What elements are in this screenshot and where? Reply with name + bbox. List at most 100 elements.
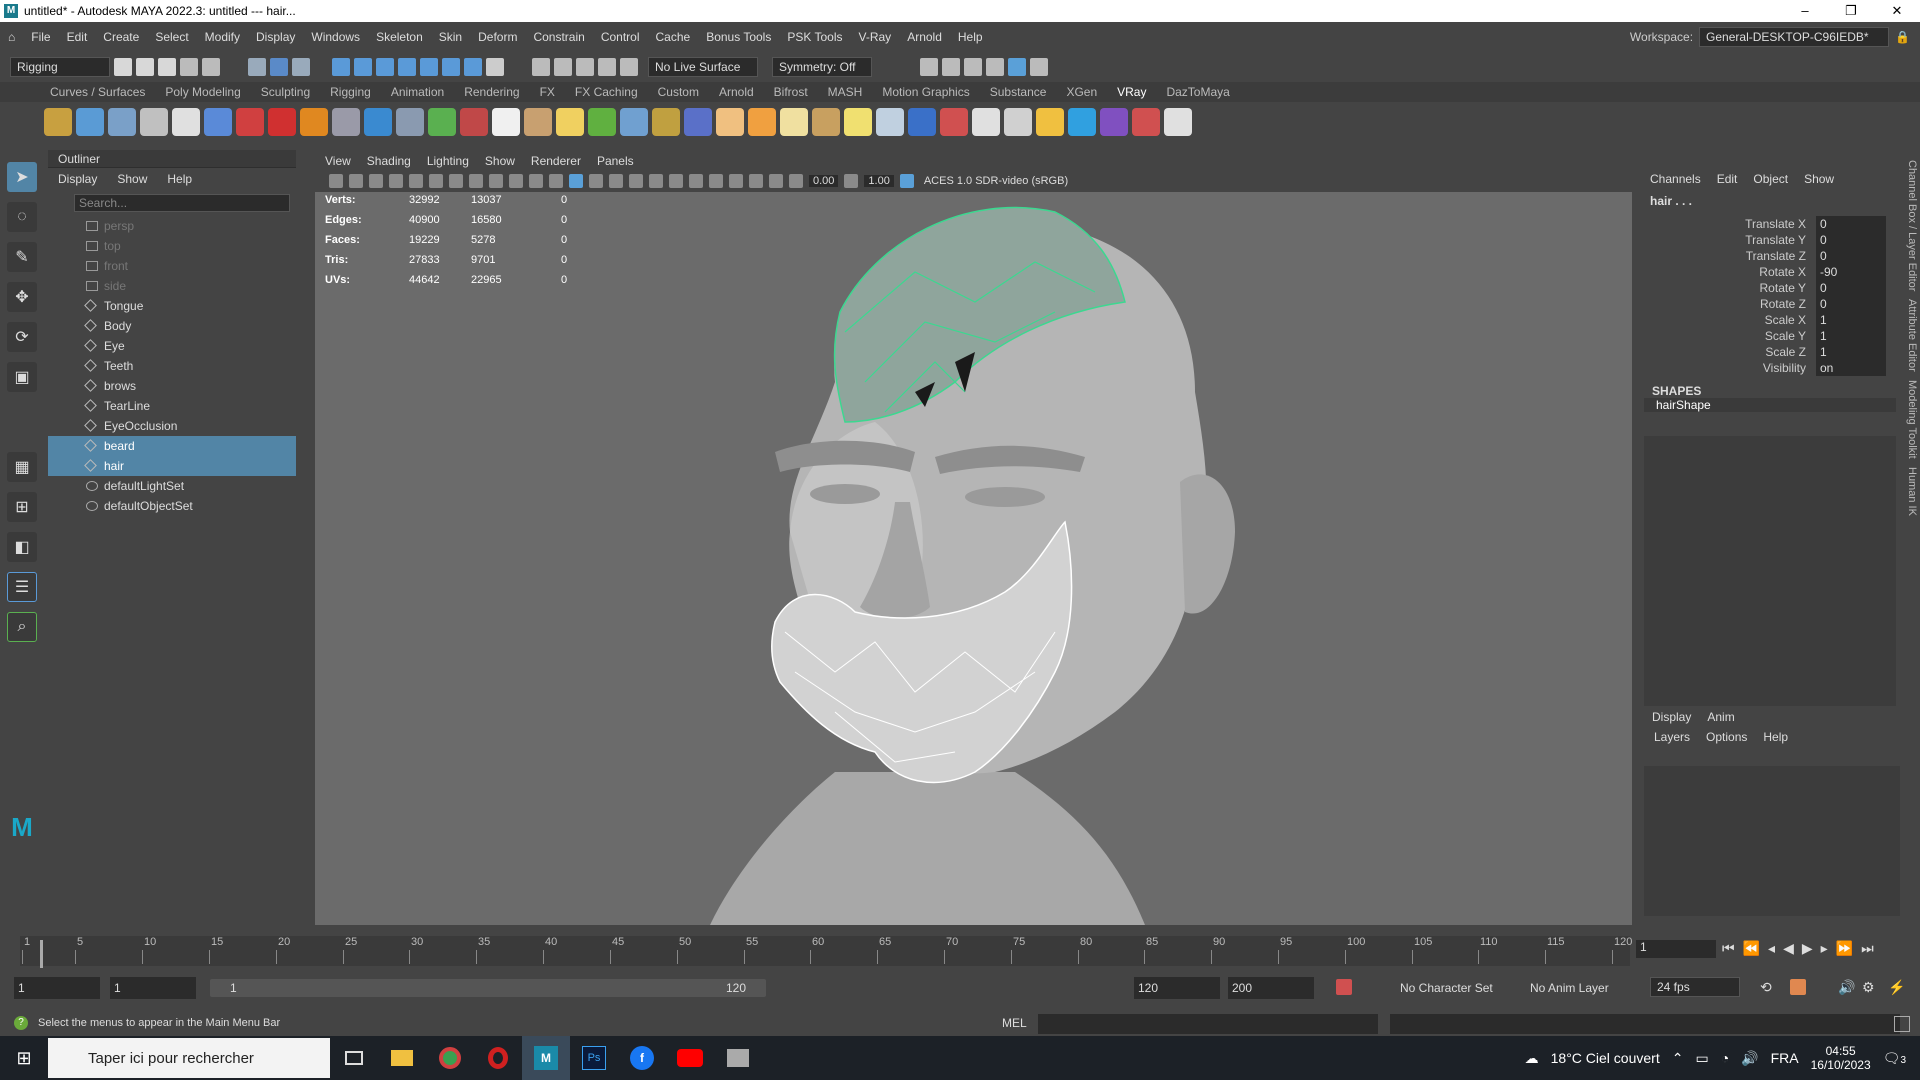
textured-icon[interactable] (609, 174, 623, 188)
shelf-tool-6-icon[interactable] (204, 108, 232, 136)
loop-icon[interactable]: ⟲ (1760, 979, 1772, 996)
wireframe-icon[interactable] (549, 174, 563, 188)
auto-key-icon[interactable] (1336, 979, 1352, 995)
viewport-menu-view[interactable]: View (325, 154, 351, 168)
color-management-icon[interactable] (899, 174, 914, 188)
layer-tab-display[interactable]: Display (1652, 710, 1691, 724)
notifications-icon[interactable]: 🗨3 (1883, 1050, 1906, 1067)
shelf-tool-11-icon[interactable] (364, 108, 392, 136)
viewport-menu-renderer[interactable]: Renderer (531, 154, 581, 168)
menu-file[interactable]: File (23, 30, 58, 44)
chrome-icon[interactable] (426, 1036, 474, 1080)
isolate-select-icon[interactable] (729, 174, 743, 188)
shelf-tab-substance[interactable]: Substance (980, 85, 1057, 99)
save-scene-icon[interactable] (158, 58, 176, 76)
play-backwards-icon[interactable]: ◀ (1783, 940, 1794, 957)
shelf-tool-1-icon[interactable] (44, 108, 72, 136)
viewport-menu-lighting[interactable]: Lighting (427, 154, 469, 168)
facebook-icon[interactable]: f (618, 1036, 666, 1080)
step-forward-key-icon[interactable]: ⏩ (1836, 940, 1853, 957)
volume-icon[interactable]: 🔊 (1741, 1050, 1758, 1067)
select-hierarchy-icon[interactable] (248, 58, 266, 76)
arnold-render-icon[interactable] (1008, 58, 1026, 76)
shelf-tool-14-icon[interactable] (460, 108, 488, 136)
lock-input-icon[interactable] (486, 58, 504, 76)
menu-create[interactable]: Create (95, 30, 147, 44)
layer-help-menu[interactable]: Help (1763, 730, 1788, 744)
attr-name[interactable]: Rotate Y (1640, 280, 1816, 296)
shelf-tool-23-icon[interactable] (748, 108, 776, 136)
shelf-tab-fx[interactable]: FX (530, 85, 565, 99)
shelf-tool-32-icon[interactable] (1036, 108, 1064, 136)
shelf-tool-30-icon[interactable] (972, 108, 1000, 136)
snap-pivot-icon[interactable] (442, 58, 460, 76)
cache-playback-icon[interactable] (1790, 979, 1806, 995)
close-button[interactable]: ✕ (1874, 3, 1920, 19)
film-gate-icon[interactable] (429, 174, 443, 188)
single-perspective-layout-icon[interactable]: ▦ (7, 452, 37, 482)
bookmark-icon[interactable] (369, 174, 383, 188)
shadows-icon[interactable] (649, 174, 663, 188)
motion-blur-icon[interactable] (689, 174, 703, 188)
home-icon[interactable]: ⌂ (0, 30, 23, 44)
object-menu[interactable]: Object (1753, 172, 1788, 186)
app-window-icon[interactable] (714, 1036, 762, 1080)
menu-skeleton[interactable]: Skeleton (368, 30, 431, 44)
animation-preferences-icon[interactable]: ⚡ (1888, 979, 1905, 996)
snap-view-icon[interactable] (398, 58, 416, 76)
shelf-tab-curves-surfaces[interactable]: Curves / Surfaces (40, 85, 155, 99)
attr-name[interactable]: Rotate X (1640, 264, 1816, 280)
shelf-tool-35-icon[interactable] (1132, 108, 1160, 136)
scale-tool-icon[interactable]: ▣ (7, 362, 37, 392)
side-tab-channel-box[interactable]: Channel Box / Layer Editor (1906, 160, 1918, 291)
attr-value[interactable]: 1 (1816, 344, 1886, 360)
ipr-icon[interactable] (964, 58, 982, 76)
fps-dropdown[interactable]: 24 fps (1650, 977, 1740, 997)
attr-name[interactable]: Scale X (1640, 312, 1816, 328)
current-frame-field[interactable]: 1 (1636, 940, 1716, 958)
select-tool-icon[interactable]: ➤ (7, 162, 37, 192)
shelf-tool-26-icon[interactable] (844, 108, 872, 136)
shelf-tool-15-icon[interactable] (492, 108, 520, 136)
menu-modify[interactable]: Modify (197, 30, 248, 44)
symmetry-dropdown[interactable]: Symmetry: Off (772, 57, 872, 77)
shelf-tool-19-icon[interactable] (620, 108, 648, 136)
outliner-item-hair[interactable]: hair (48, 456, 296, 476)
outliner-item-brows[interactable]: brows (48, 376, 296, 396)
shelf-tool-33-icon[interactable] (1068, 108, 1096, 136)
timeline-track[interactable]: 1 5 10 15 20 25 30 35 40 45 50 55 60 65 70 75 80 85 90 95 10… (20, 936, 1632, 968)
menu-skin[interactable]: Skin (431, 30, 470, 44)
settings-icon[interactable]: ⚙ (1862, 979, 1875, 996)
shelf-tool-5-icon[interactable] (172, 108, 200, 136)
lights-icon[interactable] (629, 174, 643, 188)
grid-icon[interactable] (409, 174, 423, 188)
menuset-dropdown[interactable]: Rigging (10, 57, 110, 77)
sound-icon[interactable]: 🔊 (1838, 979, 1855, 996)
shelf-tab-mash[interactable]: MASH (818, 85, 873, 99)
shelf-tab-motion-graphics[interactable]: Motion Graphics (872, 85, 979, 99)
attr-name[interactable]: Translate X (1640, 216, 1816, 232)
snap-point-icon[interactable] (376, 58, 394, 76)
shelf-tool-36-icon[interactable] (1164, 108, 1192, 136)
ao-icon[interactable] (669, 174, 683, 188)
viewport-menu-show[interactable]: Show (485, 154, 515, 168)
workspace-dropdown[interactable]: General-DESKTOP-C96IEDB* (1699, 27, 1890, 47)
lock-icon[interactable]: 🔒 (1895, 30, 1910, 44)
search-tool-icon[interactable]: ⌕ (7, 612, 37, 642)
go-to-end-icon[interactable]: ⏭ (1861, 940, 1874, 957)
field-chart-icon[interactable] (489, 174, 503, 188)
ipr-render-icon[interactable] (554, 58, 572, 76)
menu-deform[interactable]: Deform (470, 30, 525, 44)
shelf-tab-vray[interactable]: VRay (1107, 85, 1156, 99)
shelf-tool-24-icon[interactable] (780, 108, 808, 136)
attr-value[interactable]: -90 (1816, 264, 1886, 280)
shelf-tab-rendering[interactable]: Rendering (454, 85, 529, 99)
file-explorer-icon[interactable] (378, 1036, 426, 1080)
menu-arnold[interactable]: Arnold (899, 30, 950, 44)
taskbar-search-input[interactable]: Taper ici pour rechercher (48, 1038, 330, 1078)
shelf-tool-17-icon[interactable] (556, 108, 584, 136)
color-space-dropdown[interactable]: ACES 1.0 SDR-video (sRGB) (919, 175, 1110, 187)
layers-menu[interactable]: Layers (1654, 730, 1690, 744)
outliner-item-defaultobjectset[interactable]: defaultObjectSet (48, 496, 296, 516)
outliner-item-persp[interactable]: persp (48, 216, 296, 236)
